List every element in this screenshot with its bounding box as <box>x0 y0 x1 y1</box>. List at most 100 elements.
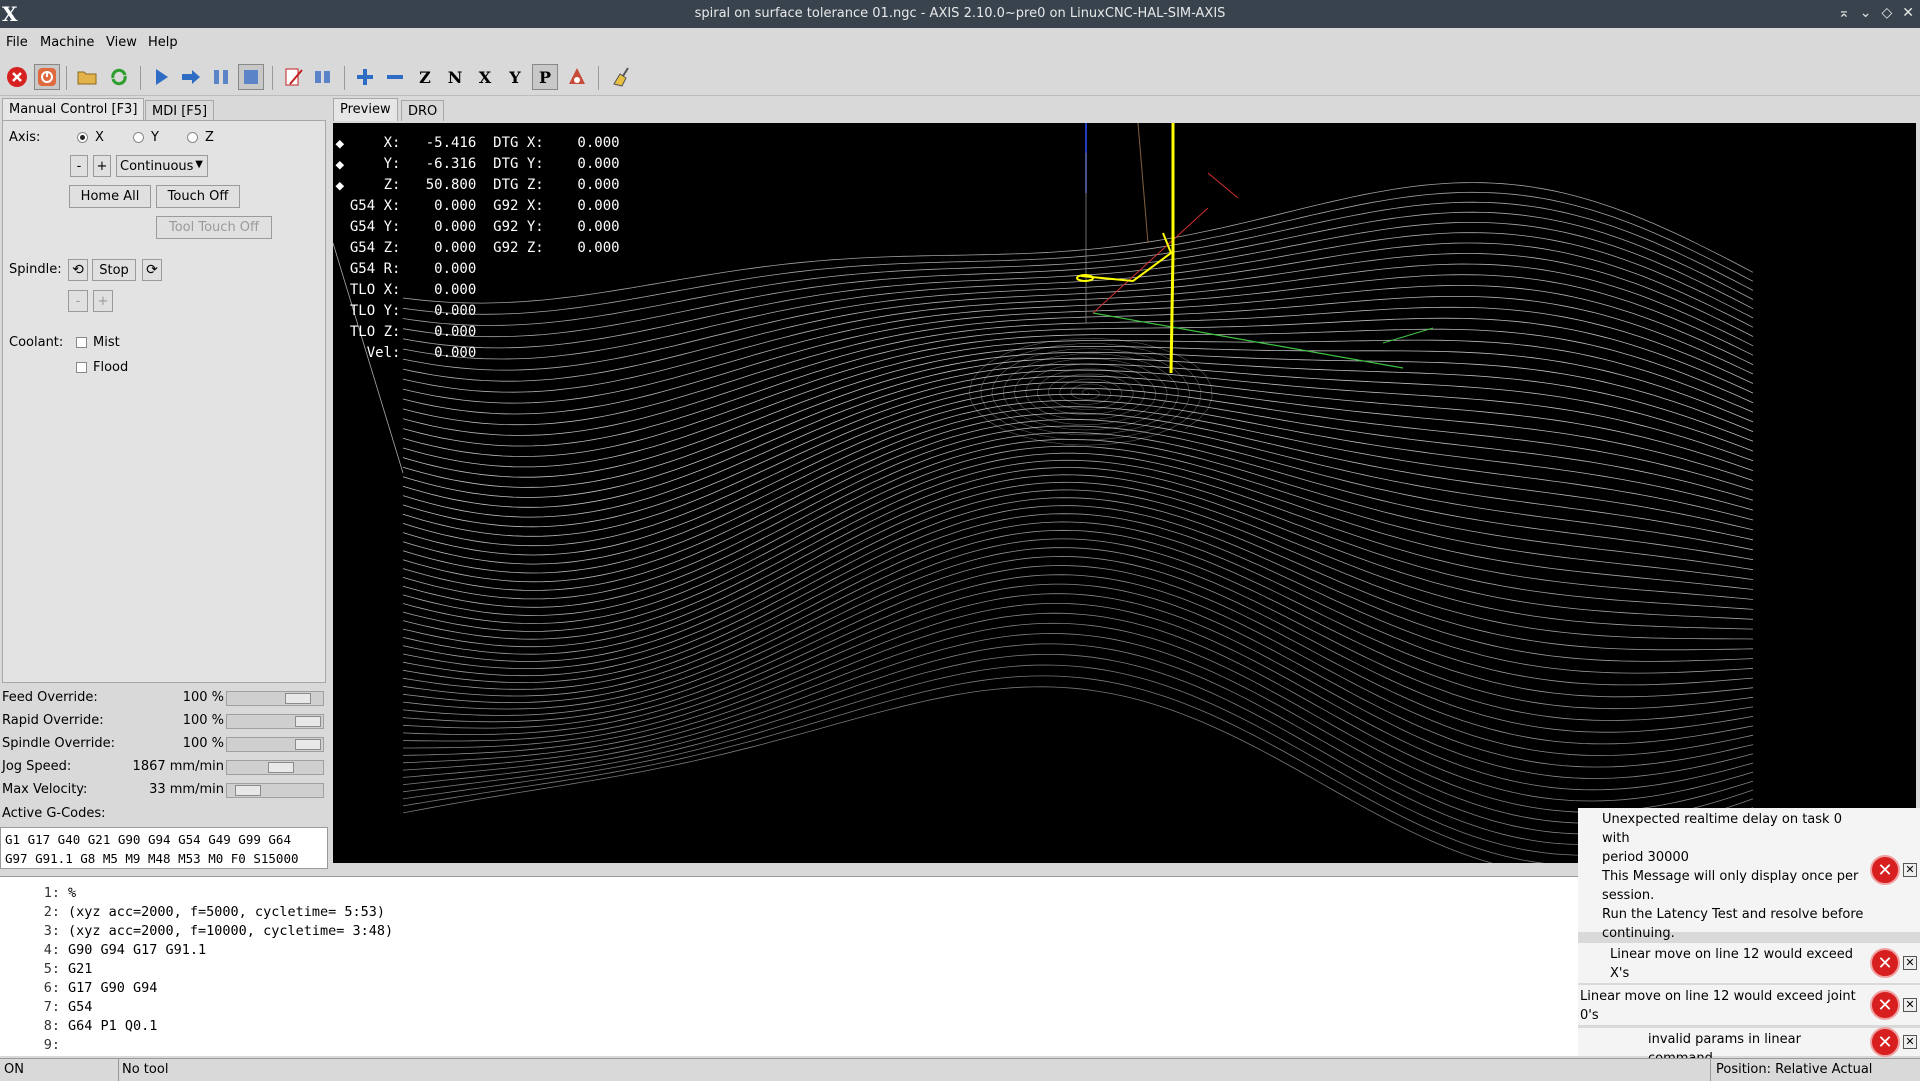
pause-icon[interactable] <box>208 64 234 90</box>
tab-mdi[interactable]: MDI [F5] <box>145 100 215 120</box>
axis-z-label: Z <box>205 130 214 145</box>
slider-thumb[interactable] <box>295 739 321 750</box>
estop-icon[interactable] <box>4 64 30 90</box>
view-z2-icon[interactable]: N <box>442 64 468 90</box>
dismiss-message-button[interactable]: ✕ <box>1903 956 1917 970</box>
error-icon: ✕ <box>1870 855 1900 885</box>
gcode-listing[interactable]: 1:% 2: (xyz acc=2000, f=5000, cycletime= 5… <box>0 876 1578 1056</box>
window-maximize-button[interactable]: ◇ <box>1881 5 1892 21</box>
tab-preview[interactable]: Preview <box>333 98 398 121</box>
view-z-icon[interactable]: Z <box>412 64 438 90</box>
mist-checkbox[interactable] <box>76 337 87 348</box>
menu-machine[interactable]: Machine <box>40 35 94 50</box>
code-line[interactable]: 9: <box>20 1037 68 1056</box>
message-text: continuing. <box>1602 926 1675 941</box>
override-slider[interactable] <box>226 737 324 752</box>
window-close-button[interactable]: ✕ <box>1902 5 1914 21</box>
dro-line: TLO Y: 0.000 <box>333 303 477 319</box>
block-delete-icon[interactable] <box>280 64 306 90</box>
touch-off-button[interactable]: Touch Off <box>156 185 240 208</box>
slider-thumb[interactable] <box>285 693 311 704</box>
coolant-label: Coolant: <box>9 335 64 350</box>
jog-minus-button[interactable]: - <box>70 155 88 177</box>
code-line[interactable]: 3: (xyz acc=2000, f=10000, cycletime= 3:4… <box>20 923 393 942</box>
spindle-plus-button[interactable]: + <box>93 290 113 312</box>
home-all-button[interactable]: Home All <box>69 185 151 208</box>
line-number: 9: <box>43 1037 60 1053</box>
view-x-icon[interactable]: X <box>472 64 498 90</box>
spindle-reverse-icon[interactable]: ⟲ <box>68 259 88 281</box>
code-line[interactable]: 2: (xyz acc=2000, f=5000, cycletime= 5:53… <box>20 904 385 923</box>
code-line[interactable]: 8: G64 P1 Q0.1 <box>20 1018 158 1037</box>
title-bar: X spiral on surface tolerance 01.ngc - A… <box>0 0 1920 28</box>
line-number: 3: <box>43 923 60 939</box>
step-icon[interactable] <box>178 64 204 90</box>
code-line[interactable]: 6: G17 G90 G94 <box>20 980 158 999</box>
dismiss-message-button[interactable]: ✕ <box>1903 998 1917 1012</box>
dro-line: Vel: 0.000 <box>333 345 477 361</box>
message-text: This Message will only display once per <box>1602 869 1859 884</box>
slider-thumb[interactable] <box>235 785 261 796</box>
toolpath-preview[interactable]: X: -5.416 DTG X: 0.000 Y: -6.316 DTG Y: … <box>333 123 1916 863</box>
jog-mode-select[interactable]: Continuous ▼ <box>116 155 208 177</box>
run-icon[interactable] <box>148 64 174 90</box>
power-icon[interactable] <box>34 64 60 90</box>
flood-label: Flood <box>93 360 129 375</box>
mist-label: Mist <box>93 335 120 350</box>
code-line[interactable]: 4: G90 G94 G17 G91.1 <box>20 942 206 961</box>
dismiss-message-button[interactable]: ✕ <box>1903 1035 1917 1049</box>
menu-help[interactable]: Help <box>148 35 178 50</box>
axis-z-radio[interactable] <box>187 132 198 143</box>
line-number: 4: <box>43 942 60 958</box>
override-value: 100 % <box>182 713 224 728</box>
line-number: 5: <box>43 961 60 977</box>
code-line[interactable]: 5: G21 <box>20 961 93 980</box>
reload-icon[interactable] <box>106 64 132 90</box>
open-icon[interactable] <box>74 64 100 90</box>
rotate-icon[interactable] <box>564 64 590 90</box>
line-text: % <box>68 885 77 901</box>
dro-readout: X: -5.416 DTG X: 0.000 Y: -6.316 DTG Y: … <box>333 133 620 364</box>
dismiss-message-button[interactable]: ✕ <box>1903 863 1917 877</box>
zoom-in-icon[interactable] <box>352 64 378 90</box>
line-text: G21 <box>68 961 93 977</box>
zoom-out-icon[interactable] <box>382 64 408 90</box>
optional-stop-icon[interactable] <box>310 64 336 90</box>
axis-x-radio[interactable] <box>77 132 88 143</box>
slider-thumb[interactable] <box>268 762 294 773</box>
window-minimize-button[interactable]: ⌄ <box>1860 5 1872 21</box>
slider-thumb[interactable] <box>295 716 321 727</box>
view-y-icon[interactable]: Y <box>502 64 528 90</box>
code-line[interactable]: 1:% <box>20 885 76 904</box>
override-slider[interactable] <box>226 783 324 798</box>
spindle-stop-button[interactable]: Stop <box>92 259 136 281</box>
error-icon: ✕ <box>1870 948 1900 978</box>
flood-checkbox[interactable] <box>76 362 87 373</box>
dro-line: G54 X: 0.000 G92 X: 0.000 <box>333 198 620 214</box>
axis-y-radio[interactable] <box>133 132 144 143</box>
active-gcodes-line-1: G1 G17 G40 G21 G90 G94 G54 G49 G99 G64 <box>5 832 291 847</box>
override-slider[interactable] <box>226 691 324 706</box>
menu-file[interactable]: File <box>6 35 28 50</box>
code-line[interactable]: 7: G54 <box>20 999 93 1018</box>
override-slider[interactable] <box>226 714 324 729</box>
spindle-minus-button[interactable]: - <box>68 290 88 312</box>
menu-view[interactable]: View <box>106 35 137 50</box>
window-shade-button[interactable]: ⌅ <box>1838 5 1850 21</box>
spindle-forward-icon[interactable]: ⟳ <box>142 259 162 281</box>
error-icon: ✕ <box>1870 990 1900 1020</box>
line-text: (xyz acc=2000, f=5000, cycletime= 5:53) <box>68 904 385 920</box>
tool-touch-off-button[interactable]: Tool Touch Off <box>156 216 272 239</box>
line-text: G17 G90 G94 <box>68 980 158 996</box>
active-gcodes-line-2: G97 G91.1 G8 M5 M9 M48 M53 M0 F0 S15000 <box>5 851 299 866</box>
view-p-icon[interactable]: P <box>532 64 558 90</box>
tab-dro[interactable]: DRO <box>401 100 445 121</box>
jog-plus-button[interactable]: + <box>93 155 111 177</box>
dro-line: Y: -6.316 DTG Y: 0.000 <box>333 156 620 172</box>
stop-icon[interactable] <box>238 64 264 90</box>
override-slider[interactable] <box>226 760 324 775</box>
clear-icon[interactable] <box>608 64 634 90</box>
message-text: period 30000 <box>1602 850 1689 865</box>
status-machine-state: ON <box>4 1062 24 1077</box>
tab-manual-control[interactable]: Manual Control [F3] <box>2 98 145 120</box>
